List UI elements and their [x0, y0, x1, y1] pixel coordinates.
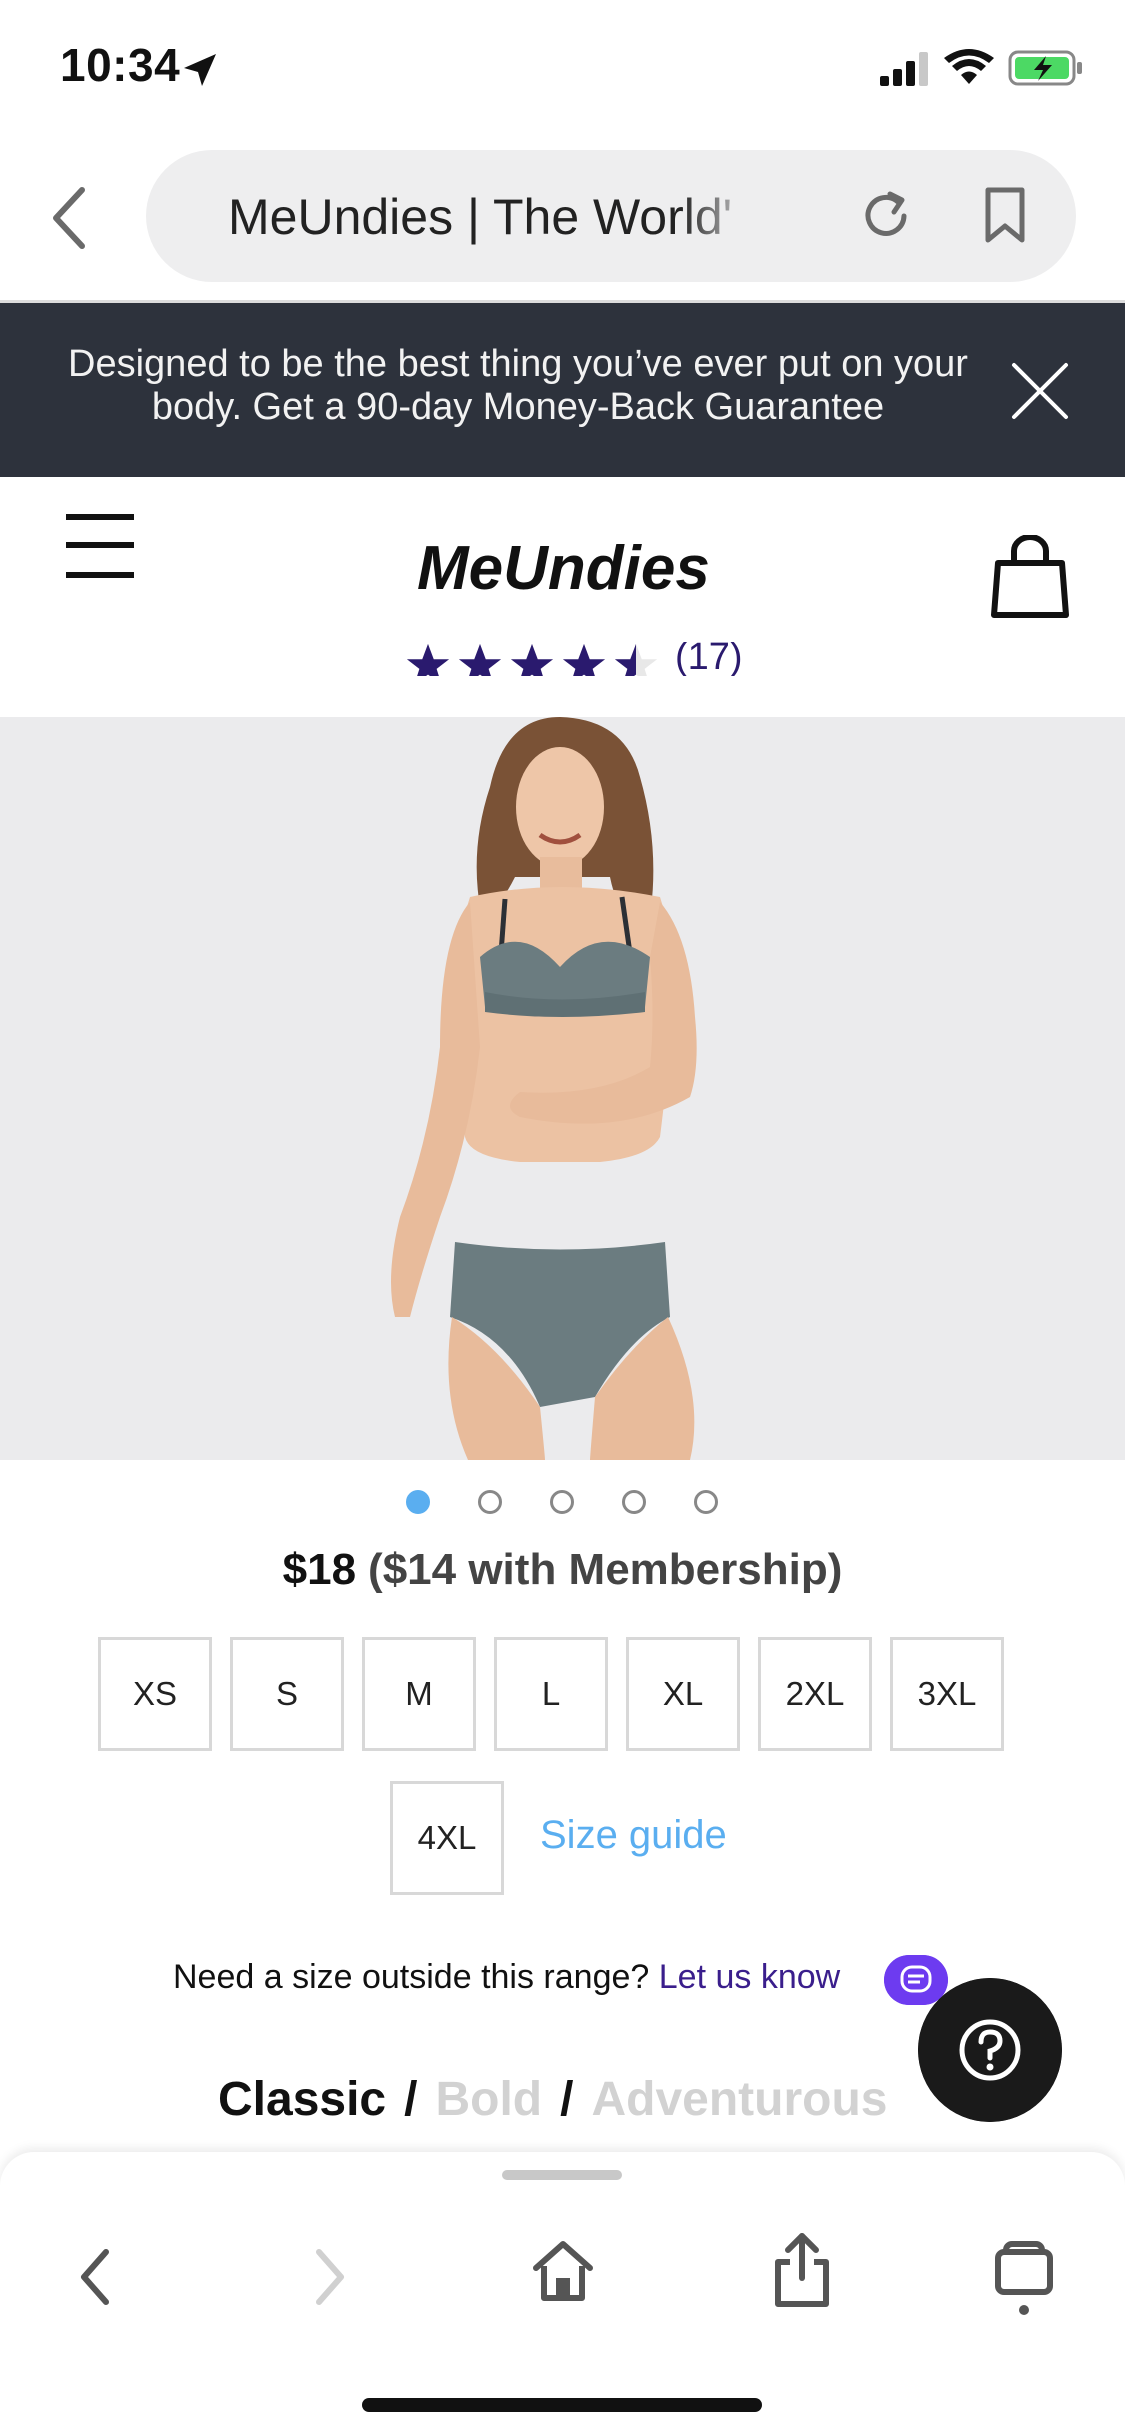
- size-option-4xl[interactable]: 4XL: [390, 1781, 504, 1895]
- size-option-xs[interactable]: XS: [98, 1637, 212, 1751]
- shopping-bag-icon[interactable]: [990, 535, 1070, 619]
- reload-icon[interactable]: [856, 186, 916, 246]
- size-option-m[interactable]: M: [362, 1637, 476, 1751]
- carousel-dot-2[interactable]: [478, 1490, 502, 1514]
- cellular-signal-icon: [880, 52, 928, 86]
- browser-back-button[interactable]: [40, 178, 100, 258]
- member-price: ($14 with Membership): [368, 1545, 843, 1594]
- carousel-dot-5[interactable]: [694, 1490, 718, 1514]
- price: $18: [282, 1545, 357, 1594]
- style-separator: /: [560, 2073, 574, 2126]
- carousel-dot-3[interactable]: [550, 1490, 574, 1514]
- star-icon: [562, 643, 606, 676]
- size-outside-range: Need a size outside this range? Let us k…: [173, 1958, 840, 1997]
- let-us-know-link[interactable]: Let us know: [659, 1958, 840, 1996]
- status-time: 10:34: [60, 39, 181, 91]
- size-option-2xl[interactable]: 2XL: [758, 1637, 872, 1751]
- style-tab-classic[interactable]: Classic: [218, 2073, 386, 2126]
- chat-icon[interactable]: [884, 1955, 948, 2005]
- help-button[interactable]: [918, 1978, 1062, 2122]
- url-text[interactable]: MeUndies | The World': [228, 188, 748, 246]
- review-count[interactable]: (17): [675, 642, 743, 676]
- menu-icon[interactable]: [66, 514, 134, 580]
- star-icon: [458, 643, 502, 676]
- size-option-xl[interactable]: XL: [626, 1637, 740, 1751]
- location-arrow-icon: [184, 54, 216, 86]
- bookmark-icon[interactable]: [980, 186, 1030, 246]
- carousel-dot-1[interactable]: [406, 1490, 430, 1514]
- share-icon[interactable]: [772, 2230, 832, 2310]
- meundies-logo[interactable]: MeUndies: [415, 533, 715, 603]
- style-tab-bold[interactable]: Bold: [435, 2073, 542, 2126]
- back-arrow-icon[interactable]: [70, 2242, 120, 2312]
- promo-banner: Designed to be the best thing you’ve eve…: [0, 303, 1125, 477]
- home-indicator[interactable]: [362, 2398, 762, 2412]
- rating-stars[interactable]: (17): [405, 642, 765, 676]
- style-tabs: Classic / Bold / Adventurous: [218, 2072, 887, 2127]
- carousel-dot-4[interactable]: [622, 1490, 646, 1514]
- browser-toolbar: [0, 2152, 1125, 2436]
- product-image[interactable]: [0, 717, 1125, 1460]
- url-fade: [680, 176, 760, 256]
- star-icon: [510, 643, 554, 676]
- star-icon: [406, 643, 450, 676]
- promo-text: Designed to be the best thing you’ve eve…: [68, 343, 968, 428]
- battery-charging-icon: [1008, 50, 1082, 86]
- size-outside-question: Need a size outside this range?: [173, 1958, 650, 1996]
- wifi-icon: [944, 49, 994, 84]
- forward-arrow-icon[interactable]: [305, 2242, 355, 2312]
- size-option-l[interactable]: L: [494, 1637, 608, 1751]
- svg-text:MeUndies: MeUndies: [417, 534, 710, 603]
- size-option-s[interactable]: S: [230, 1637, 344, 1751]
- price-row: $18 ($14 with Membership): [0, 1545, 1125, 1595]
- style-tab-adventurous[interactable]: Adventurous: [591, 2073, 887, 2126]
- size-option-3xl[interactable]: 3XL: [890, 1637, 1004, 1751]
- half-star-icon: [614, 643, 658, 676]
- size-guide-link[interactable]: Size guide: [540, 1813, 727, 1858]
- style-separator: /: [404, 2073, 418, 2126]
- toolbar-grabber[interactable]: [502, 2170, 622, 2180]
- close-icon[interactable]: [1008, 359, 1072, 423]
- tabs-icon[interactable]: [994, 2238, 1058, 2318]
- home-icon[interactable]: [530, 2238, 596, 2304]
